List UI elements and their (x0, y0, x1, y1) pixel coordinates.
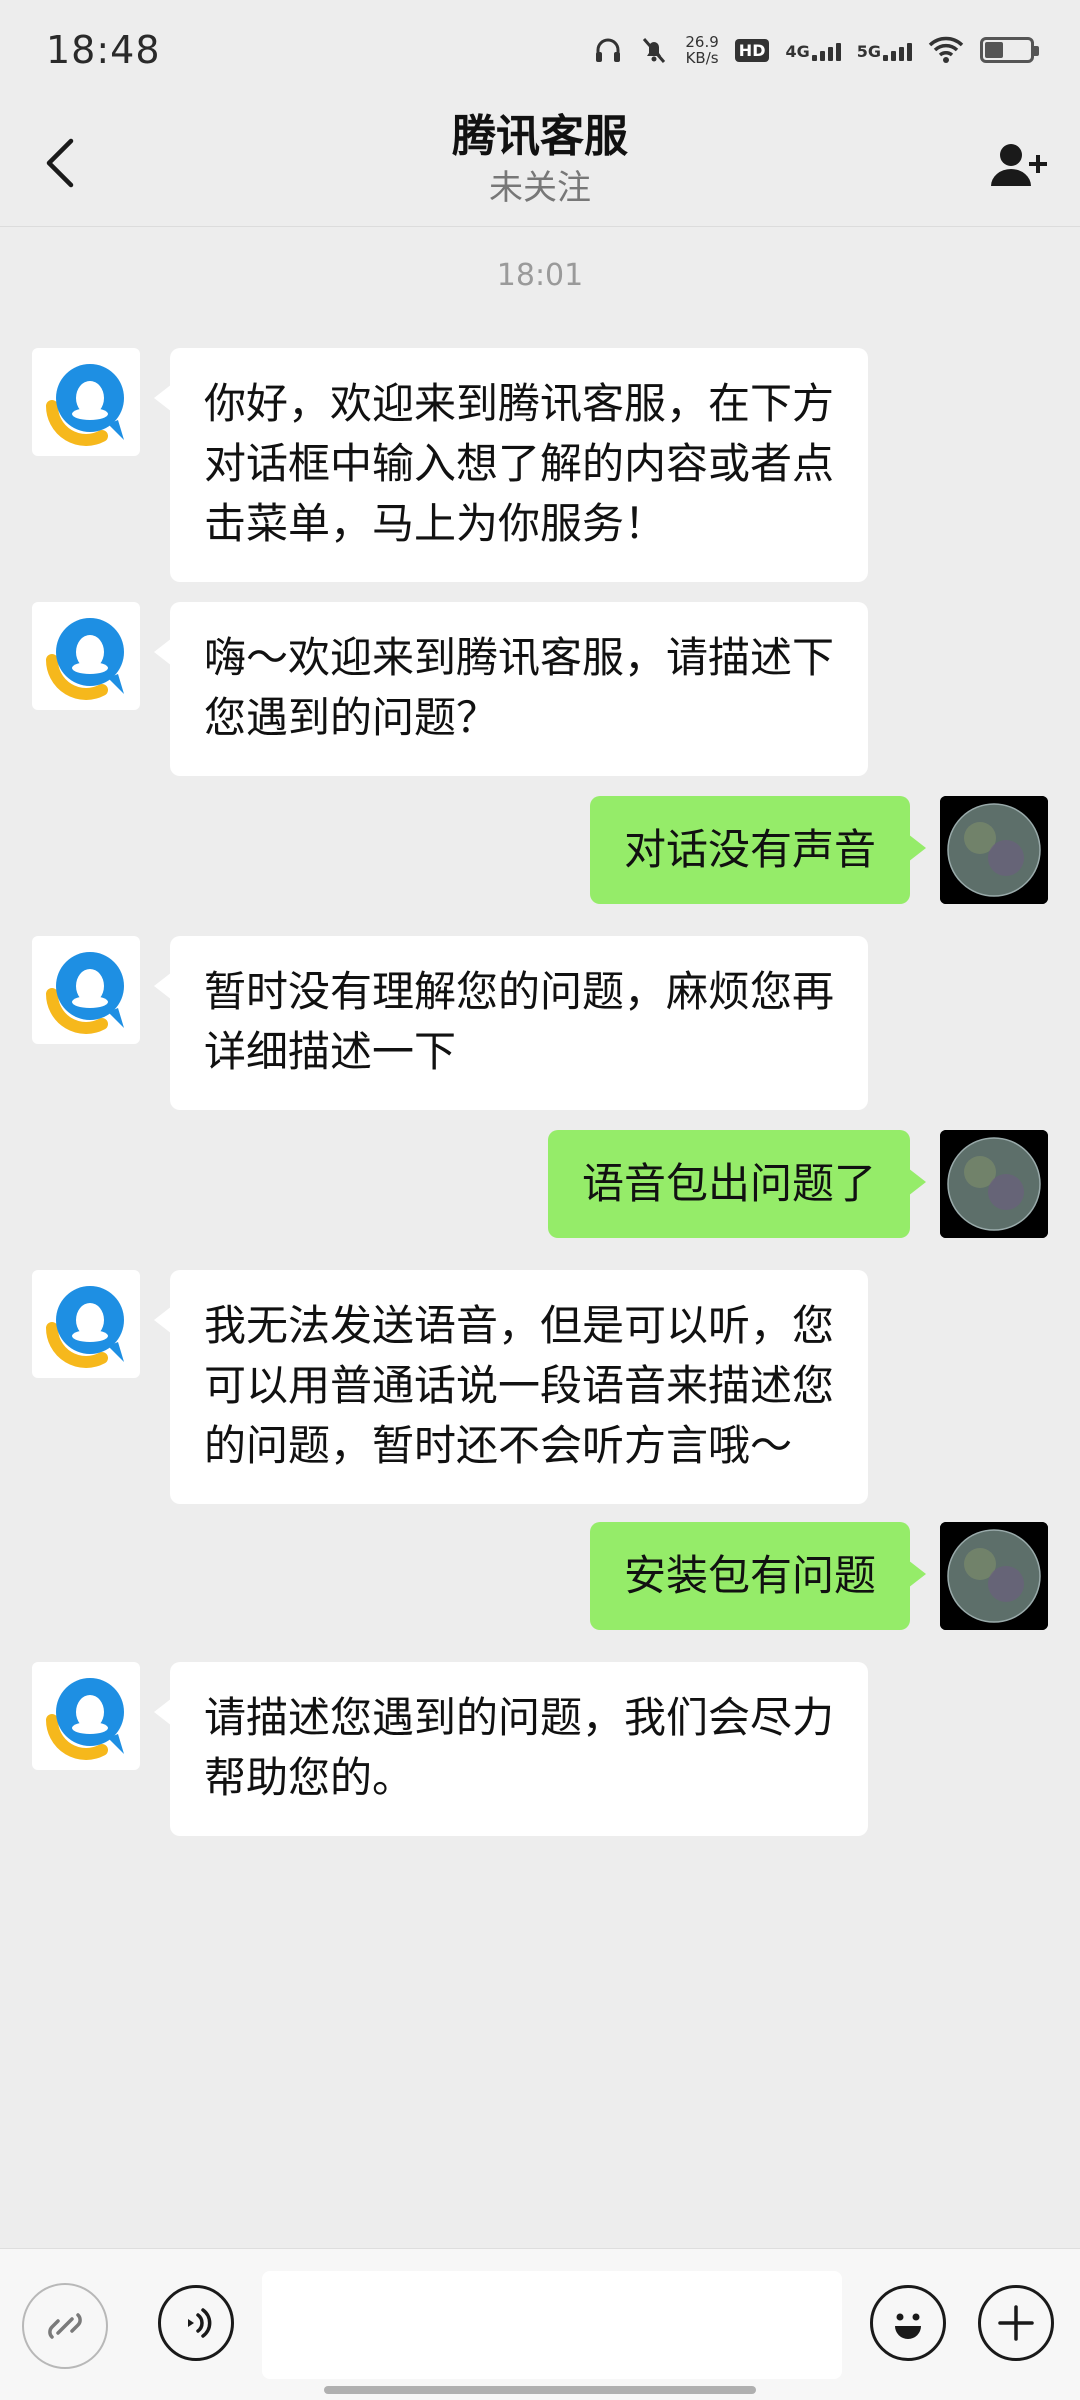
wifi-icon (928, 36, 964, 63)
voice-icon (188, 2308, 212, 2338)
sim1-label: 4G (785, 42, 810, 61)
incoming-message-bubble[interactable]: 请描述您遇到的问题，我们会尽力 帮助您的。 (153, 1662, 869, 1836)
chat-title-wrap: 腾讯客服 未关注 (0, 108, 1080, 210)
bot-avatar[interactable] (32, 1270, 140, 1378)
mini-program-button[interactable] (22, 2283, 108, 2369)
tencent-service-logo-icon (46, 364, 124, 446)
message-line: 暂时没有理解您的问题，麻烦您再 (204, 967, 835, 1016)
chat-header: 腾讯客服 未关注 (0, 100, 1080, 226)
bot-avatar[interactable] (32, 602, 140, 710)
message-line: 嗨～欢迎来到腾讯客服，请描述下 (204, 633, 835, 682)
headphones-icon (596, 38, 621, 62)
outgoing-message-bubble[interactable]: 对话没有声音 (589, 796, 927, 904)
bot-avatar[interactable] (32, 936, 140, 1044)
chat-screen: 18:48 26.9 KB/s HD 4G 5G 腾讯客服 未关注 18:01 … (0, 0, 1080, 2400)
sim1-signal: 4G (785, 39, 841, 61)
emoji-icon (895, 2313, 921, 2339)
user-avatar-image (940, 796, 1048, 904)
message-timestamp: 18:01 (496, 258, 584, 293)
bot-avatar[interactable] (32, 348, 140, 456)
voice-input-button[interactable] (158, 2285, 234, 2361)
incoming-message-bubble[interactable]: 我无法发送语音，但是可以听，您 可以用普通话说一段语音来描述您 的问题，暂时还不… (153, 1270, 869, 1504)
status-time: 18:48 (46, 28, 161, 72)
tencent-service-logo-icon (46, 1678, 124, 1760)
user-avatar[interactable] (940, 796, 1048, 904)
chat-title: 腾讯客服 (452, 111, 628, 162)
hd-badge: HD (734, 38, 770, 62)
add-contact-button[interactable] (984, 130, 1054, 200)
battery-icon (980, 37, 1039, 63)
sim2-signal-bars (883, 39, 912, 61)
mute-icon (643, 38, 666, 63)
bot-avatar[interactable] (32, 1662, 140, 1770)
user-avatar-image (940, 1130, 1048, 1238)
tencent-service-logo-icon (46, 952, 124, 1034)
mini-program-icon (48, 2313, 82, 2339)
sim2-signal: 5G (857, 39, 912, 61)
message-line: 我无法发送语音，但是可以听，您 (204, 1301, 835, 1350)
user-avatar-image (940, 1522, 1048, 1630)
incoming-message-bubble[interactable]: 你好，欢迎来到腾讯客服，在下方 对话框中输入想了解的内容或者点 击菜单，马上为你… (153, 348, 869, 582)
message-line: 的问题，暂时还不会听方言哦～ (204, 1421, 793, 1470)
more-options-button[interactable] (978, 2285, 1054, 2361)
outgoing-message-bubble[interactable]: 安装包有问题 (589, 1522, 927, 1630)
message-line: 你好，欢迎来到腾讯客服，在下方 (204, 379, 835, 428)
home-indicator[interactable] (324, 2386, 756, 2394)
chat-input-bar (0, 2248, 1080, 2400)
tencent-service-logo-icon (46, 1286, 124, 1368)
user-avatar[interactable] (940, 1522, 1048, 1630)
message-line: 详细描述一下 (204, 1027, 457, 1076)
header-divider (0, 226, 1080, 227)
network-speed-value: 26.9 (685, 33, 719, 51)
network-speed-unit: KB/s (685, 49, 719, 67)
outgoing-message-bubble[interactable]: 语音包出问题了 (547, 1130, 927, 1238)
plus-icon (998, 2305, 1034, 2341)
sim1-signal-bars (811, 39, 841, 61)
message-line: 击菜单，马上为你服务！ (204, 499, 667, 548)
message-line: 请描述您遇到的问题，我们会尽力 (204, 1693, 835, 1742)
incoming-message-bubble[interactable]: 暂时没有理解您的问题，麻烦您再 详细描述一下 (153, 936, 869, 1110)
message-line: 对话框中输入想了解的内容或者点 (204, 439, 835, 488)
emoji-button[interactable] (870, 2285, 946, 2361)
status-bar: 18:48 26.9 KB/s HD 4G 5G (0, 0, 1080, 100)
user-avatar[interactable] (940, 1130, 1048, 1238)
status-icons: 26.9 KB/s HD 4G 5G (593, 34, 1039, 66)
message-line: 帮助您的。 (204, 1753, 415, 1802)
message-line: 您遇到的问题？ (204, 693, 499, 742)
sim2-label: 5G (856, 42, 881, 61)
add-person-icon (991, 144, 1047, 186)
message-input[interactable] (262, 2271, 842, 2379)
message-line: 可以用普通话说一段语音来描述您 (204, 1361, 835, 1410)
incoming-message-bubble[interactable]: 嗨～欢迎来到腾讯客服，请描述下 您遇到的问题？ (153, 602, 869, 776)
tencent-service-logo-icon (46, 618, 124, 700)
follow-status[interactable]: 未关注 (0, 166, 1080, 210)
network-speed: 26.9 KB/s (685, 34, 718, 66)
